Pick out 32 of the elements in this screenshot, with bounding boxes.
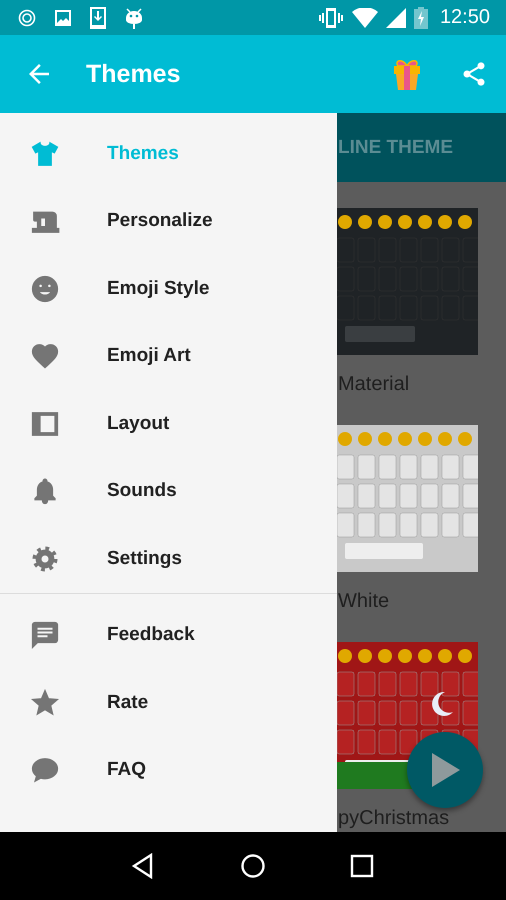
screen-title: Themes [86,60,182,88]
clock: 12:50 [440,6,490,29]
recents-button[interactable] [348,853,375,879]
drawer-item[interactable]: Emoji Style [0,255,337,322]
play-button[interactable] [407,732,483,808]
chat-bubble-icon [30,755,60,786]
drawer-item[interactable]: Settings [0,525,337,592]
robot-icon [124,6,144,28]
smiley-icon [30,274,60,304]
play-icon [430,753,460,787]
drawer-item[interactable]: Emoji Art [0,322,337,390]
drawer-item[interactable]: Sounds [0,458,337,525]
home-button[interactable] [240,853,266,879]
theme-name: pyChristmas [337,806,450,831]
battery-charging-icon [414,6,428,28]
image-icon [54,8,72,26]
drawer-item[interactable]: Layout [0,390,337,458]
download-icon [90,6,106,28]
drawer-item[interactable]: Rate [0,669,337,736]
feedback-icon [30,620,60,650]
sync-icon [18,8,36,26]
theme-name: White [337,589,390,614]
drawer-item[interactable]: Personalize [0,188,337,255]
drawer-item[interactable]: Feedback [0,602,337,669]
drawer-item[interactable]: FAQ [0,736,337,804]
wifi-icon [352,8,378,28]
theme-name: Material [337,372,410,397]
signal-icon [386,8,406,28]
vibrate-icon [318,6,344,28]
heart-icon [30,341,60,372]
star-icon [30,688,60,718]
settings-icon [30,544,60,574]
